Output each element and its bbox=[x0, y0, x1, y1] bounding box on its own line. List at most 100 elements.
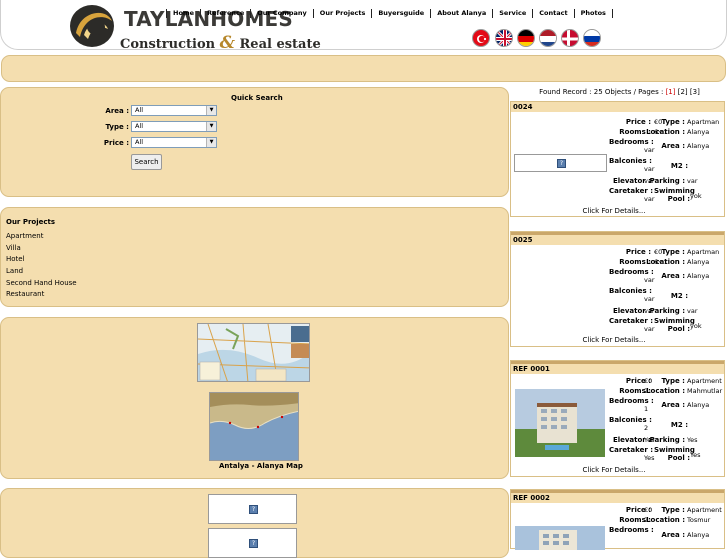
type-value: Apartman bbox=[687, 248, 720, 256]
nav-separator bbox=[200, 9, 202, 18]
area-label: Area : bbox=[661, 401, 685, 409]
bedrooms-label: Bedrooms : bbox=[609, 397, 654, 405]
location-value: Alanya bbox=[687, 128, 710, 136]
price-label: Price : bbox=[625, 118, 651, 126]
german-flag-icon[interactable] bbox=[517, 29, 535, 47]
price-value: €0 bbox=[644, 506, 653, 514]
antalya-alanya-map-image[interactable] bbox=[209, 392, 299, 461]
broken-image-icon: ? bbox=[249, 505, 258, 514]
swimming-pool-value: yok bbox=[690, 322, 702, 330]
listing-ref: 0025 bbox=[511, 235, 724, 245]
price-label: Price : bbox=[625, 248, 651, 256]
location-label: Location : bbox=[646, 128, 685, 136]
logo-icon[interactable] bbox=[66, 3, 114, 49]
nav-item-photos[interactable]: Photos bbox=[581, 9, 606, 18]
project-link-villa[interactable]: Villa bbox=[6, 244, 21, 252]
nav-item-about-alanya[interactable]: About Alanya bbox=[437, 9, 486, 18]
balconies-value: 2 bbox=[644, 424, 649, 432]
nav-item-our-company[interactable]: Our Company bbox=[257, 9, 307, 18]
page-link-3[interactable]: [3] bbox=[690, 88, 700, 96]
listing-image-placeholder[interactable]: ? bbox=[514, 154, 607, 172]
map-caption: Antalya - Alanya Map bbox=[219, 462, 303, 470]
dutch-flag-icon[interactable] bbox=[539, 29, 557, 47]
chevron-down-icon: ▼ bbox=[206, 122, 216, 131]
project-link-land[interactable]: Land bbox=[6, 267, 23, 275]
listing-card[interactable]: 0024 ? Price : €0 Type : Apartman Rooms … bbox=[510, 101, 725, 217]
area-value: Alanya bbox=[687, 272, 710, 280]
price-select[interactable]: All ▼ bbox=[131, 137, 217, 148]
page-link-2[interactable]: [2] bbox=[678, 88, 688, 96]
found-record-text: Found Record : 25 Objects / Pages : bbox=[539, 88, 664, 96]
m2-label: M2 : bbox=[670, 162, 688, 170]
listing-card[interactable]: REF 0002 Price : €0 Type : Apartment Roo… bbox=[510, 489, 725, 550]
broken-image-icon: ? bbox=[557, 159, 566, 168]
featured-image-placeholder[interactable]: ? bbox=[208, 494, 297, 524]
listing-card[interactable]: REF 0001 Price : €0 Type : Apartment Roo… bbox=[510, 360, 725, 477]
page-link-1[interactable]: [1] bbox=[666, 88, 676, 96]
nav-separator bbox=[250, 9, 252, 18]
uk-flag-icon[interactable] bbox=[495, 29, 513, 47]
area-value: Alanya bbox=[687, 142, 710, 150]
brand-tag-left: Construction bbox=[120, 37, 216, 52]
caretaker-value: var bbox=[644, 325, 655, 333]
featured-image-placeholder[interactable]: ? bbox=[208, 528, 297, 558]
listing-photo[interactable] bbox=[515, 526, 605, 550]
project-link-apartment[interactable]: Apartment bbox=[6, 232, 43, 240]
type-label: Type : bbox=[661, 377, 685, 385]
type-select[interactable]: All ▼ bbox=[131, 121, 217, 132]
russian-flag-icon[interactable] bbox=[583, 29, 601, 47]
details-link[interactable]: Click For Details... bbox=[566, 466, 662, 474]
swimming-pool-label: Swimming Pool : bbox=[654, 446, 695, 462]
parking-label: Parking : bbox=[649, 307, 685, 315]
type-label: Type : bbox=[105, 123, 129, 131]
nav-item-service[interactable]: Service bbox=[499, 9, 526, 18]
swimming-pool-value: Yes bbox=[690, 451, 701, 459]
nav-separator bbox=[532, 9, 534, 18]
type-label: Type : bbox=[661, 248, 685, 256]
location-value: Mahmutlar bbox=[687, 387, 723, 395]
parking-label: Parking : bbox=[649, 436, 685, 444]
project-link-second-hand-house[interactable]: Second Hand House bbox=[6, 279, 77, 287]
nav-separator bbox=[611, 9, 613, 18]
project-link-hotel[interactable]: Hotel bbox=[6, 255, 25, 263]
details-link[interactable]: Click For Details... bbox=[566, 207, 662, 215]
type-select-value: All bbox=[135, 122, 144, 130]
price-value: €0 bbox=[644, 377, 653, 385]
broken-image-icon: ? bbox=[249, 539, 258, 548]
nav-item-contact[interactable]: Contact bbox=[539, 9, 567, 18]
city-map-image[interactable] bbox=[197, 323, 310, 382]
balconies-value: var bbox=[644, 165, 655, 173]
nav-item-reference[interactable]: Reference bbox=[207, 9, 244, 18]
price-label: Price : bbox=[103, 139, 129, 147]
nav-item-home[interactable]: Home bbox=[173, 9, 194, 18]
bedrooms-value: var bbox=[644, 146, 655, 154]
area-select[interactable]: All ▼ bbox=[131, 105, 217, 116]
area-value: Alanya bbox=[687, 401, 710, 409]
header: TAYLANHOMES Construction & Real estate bbox=[0, 0, 727, 53]
details-link[interactable]: Click For Details... bbox=[566, 336, 662, 344]
chevron-down-icon: ▼ bbox=[206, 138, 216, 147]
danish-flag-icon[interactable] bbox=[561, 29, 579, 47]
bedrooms-label: Bedrooms : bbox=[609, 526, 654, 534]
parking-value: var bbox=[687, 177, 698, 185]
type-value: Apartment bbox=[687, 377, 722, 385]
search-button[interactable]: Search bbox=[131, 154, 162, 170]
parking-value: var bbox=[687, 307, 698, 315]
balconies-label: Balconies : bbox=[609, 157, 652, 165]
nav-item-our-projects[interactable]: Our Projects bbox=[320, 9, 366, 18]
nav-separator bbox=[492, 9, 494, 18]
bedrooms-value: var bbox=[644, 276, 655, 284]
project-link-restaurant[interactable]: Restaurant bbox=[6, 290, 44, 298]
listing-photo[interactable] bbox=[515, 389, 605, 457]
nav-separator bbox=[312, 9, 314, 18]
type-label: Type : bbox=[661, 118, 685, 126]
bedrooms-label: Bedrooms : bbox=[609, 138, 654, 146]
nav-item-buyersguide[interactable]: Buyersguide bbox=[378, 9, 424, 18]
brand-tag-right: Real estate bbox=[239, 37, 321, 52]
listing-card[interactable]: 0025 Price : €0 Type : Apartman Rooms : … bbox=[510, 231, 725, 347]
type-value: Apartman bbox=[687, 118, 720, 126]
turkish-flag-icon[interactable] bbox=[472, 29, 490, 47]
parking-value: Yes bbox=[687, 436, 698, 444]
nav-separator bbox=[430, 9, 432, 18]
chevron-down-icon: ▼ bbox=[206, 106, 216, 115]
